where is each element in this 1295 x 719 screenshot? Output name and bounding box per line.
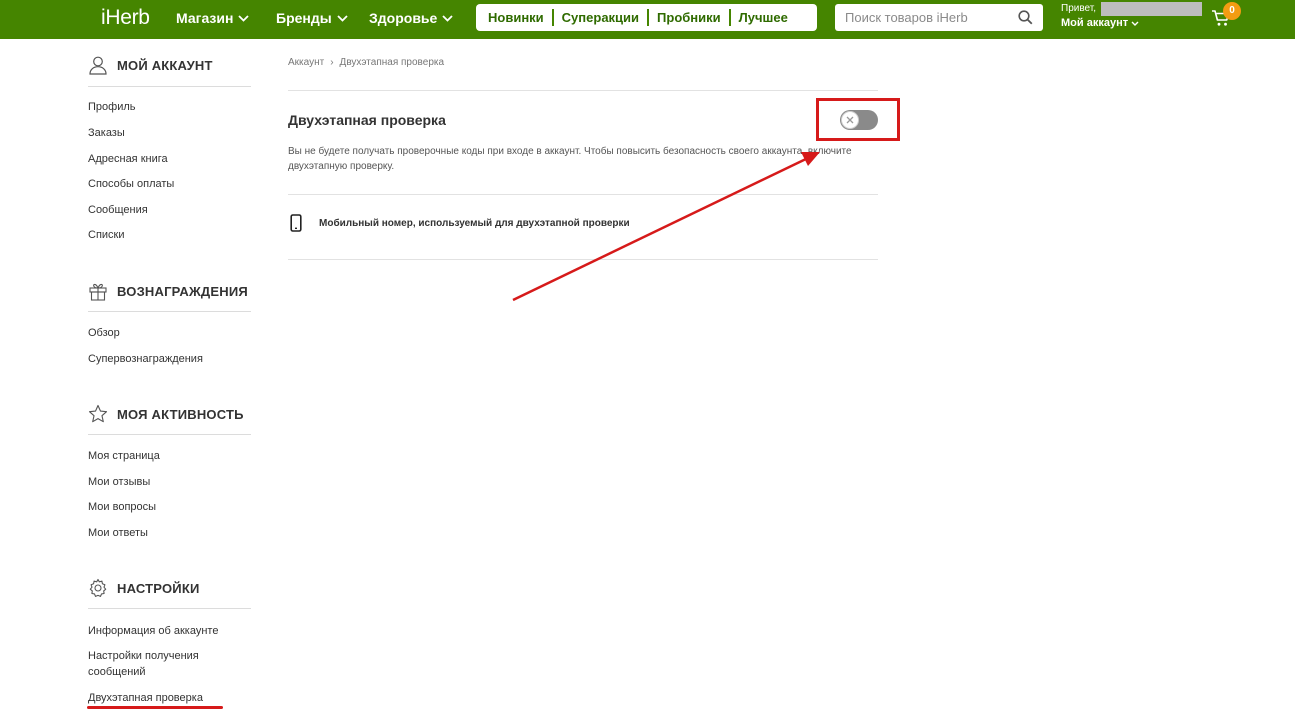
sidebar-item-messages[interactable]: Сообщения [88,202,148,218]
content-divider [288,90,878,91]
sidebar-item-super-rewards[interactable]: Супервознаграждения [88,351,203,367]
sidebar-item-orders[interactable]: Заказы [88,125,125,141]
chevron-down-icon [1131,21,1139,26]
sidebar-item-lists[interactable]: Списки [88,227,125,243]
annotation-underline [87,706,223,709]
breadcrumb-separator: › [330,57,334,68]
greeting-text: Привет, [1061,3,1097,14]
sidebar-section-activity: МОЯ АКТИВНОСТЬ [88,404,244,424]
content-divider [288,194,878,195]
breadcrumb: Аккаунт › Двухэтапная проверка [288,57,444,68]
promo-link-samples[interactable]: Пробники [649,9,731,26]
sidebar-section-settings-title: НАСТРОЙКИ [117,580,200,596]
sidebar-divider [88,86,251,87]
search-box [835,4,1043,31]
sidebar-item-payment-methods[interactable]: Способы оплаты [88,176,174,192]
nav-shop[interactable]: Магазин [176,10,250,26]
sidebar-item-my-page[interactable]: Моя страница [88,448,160,464]
nav-health[interactable]: Здоровье [369,10,453,26]
sidebar-section-account-title: МОЙ АККАУНТ [117,57,213,73]
gift-icon [89,283,107,301]
chevron-down-icon [337,14,348,22]
sidebar-item-profile[interactable]: Профиль [88,99,136,115]
cart-count-badge: 0 [1223,2,1241,20]
two-step-description: Вы не будете получать проверочные коды п… [288,146,852,172]
promo-link-new[interactable]: Новинки [476,9,554,26]
sidebar-item-account-info[interactable]: Информация об аккаунте [88,623,218,639]
star-icon [88,404,108,423]
redacted-username [1101,2,1202,16]
page-title: Двухэтапная проверка [288,112,446,128]
breadcrumb-current: Двухэтапная проверка [339,57,445,68]
mobile-number-row[interactable]: Мобильный номер, используемый для двухэт… [290,214,630,232]
nav-brands-label: Бренды [276,10,332,26]
iherb-logo[interactable]: iHerb [101,6,150,30]
sidebar-item-my-answers[interactable]: Мои ответы [88,525,148,541]
annotation-highlight-box [816,98,900,141]
phone-icon [290,214,302,232]
sidebar-section-settings: НАСТРОЙКИ [88,578,200,598]
sidebar-item-my-questions[interactable]: Мои вопросы [88,499,156,515]
sidebar-section-rewards-title: ВОЗНАГРАЖДЕНИЯ [117,283,248,299]
promo-link-best[interactable]: Лучшее [731,9,796,26]
gear-icon [89,578,107,597]
top-navigation-bar: iHerb Магазин Бренды Здоровье Новинки Су… [0,0,1295,39]
promo-links-box: Новинки Суперакции Пробники Лучшее [476,4,817,31]
chevron-down-icon [442,14,453,22]
user-icon [89,56,107,75]
sidebar-item-my-reviews[interactable]: Мои отзывы [88,474,150,490]
my-account-menu[interactable]: Мой аккаунт [1061,17,1139,29]
my-account-label: Мой аккаунт [1061,17,1129,29]
sidebar-divider [88,434,251,435]
mobile-number-label: Мобильный номер, используемый для двухэт… [319,217,630,229]
sidebar-section-account: МОЙ АККАУНТ [88,55,213,75]
search-icon[interactable] [1018,10,1033,25]
chevron-down-icon [238,14,250,22]
nav-brands[interactable]: Бренды [276,10,348,26]
breadcrumb-account-link[interactable]: Аккаунт [288,57,324,68]
nav-shop-label: Магазин [176,10,234,26]
sidebar-item-overview[interactable]: Обзор [88,325,120,341]
promo-link-deals[interactable]: Суперакции [554,9,650,26]
sidebar-divider [88,608,251,609]
sidebar-section-rewards: ВОЗНАГРАЖДЕНИЯ [88,281,248,301]
sidebar-divider [88,311,251,312]
sidebar-item-address-book[interactable]: Адресная книга [88,151,168,167]
content-divider [288,259,878,260]
nav-health-label: Здоровье [369,10,438,26]
search-input[interactable] [845,4,1015,31]
sidebar-item-two-step-verification[interactable]: Двухэтапная проверка [88,690,203,706]
sidebar-section-activity-title: МОЯ АКТИВНОСТЬ [117,406,244,422]
sidebar-item-message-settings[interactable]: Настройки получения сообщений [88,648,228,680]
